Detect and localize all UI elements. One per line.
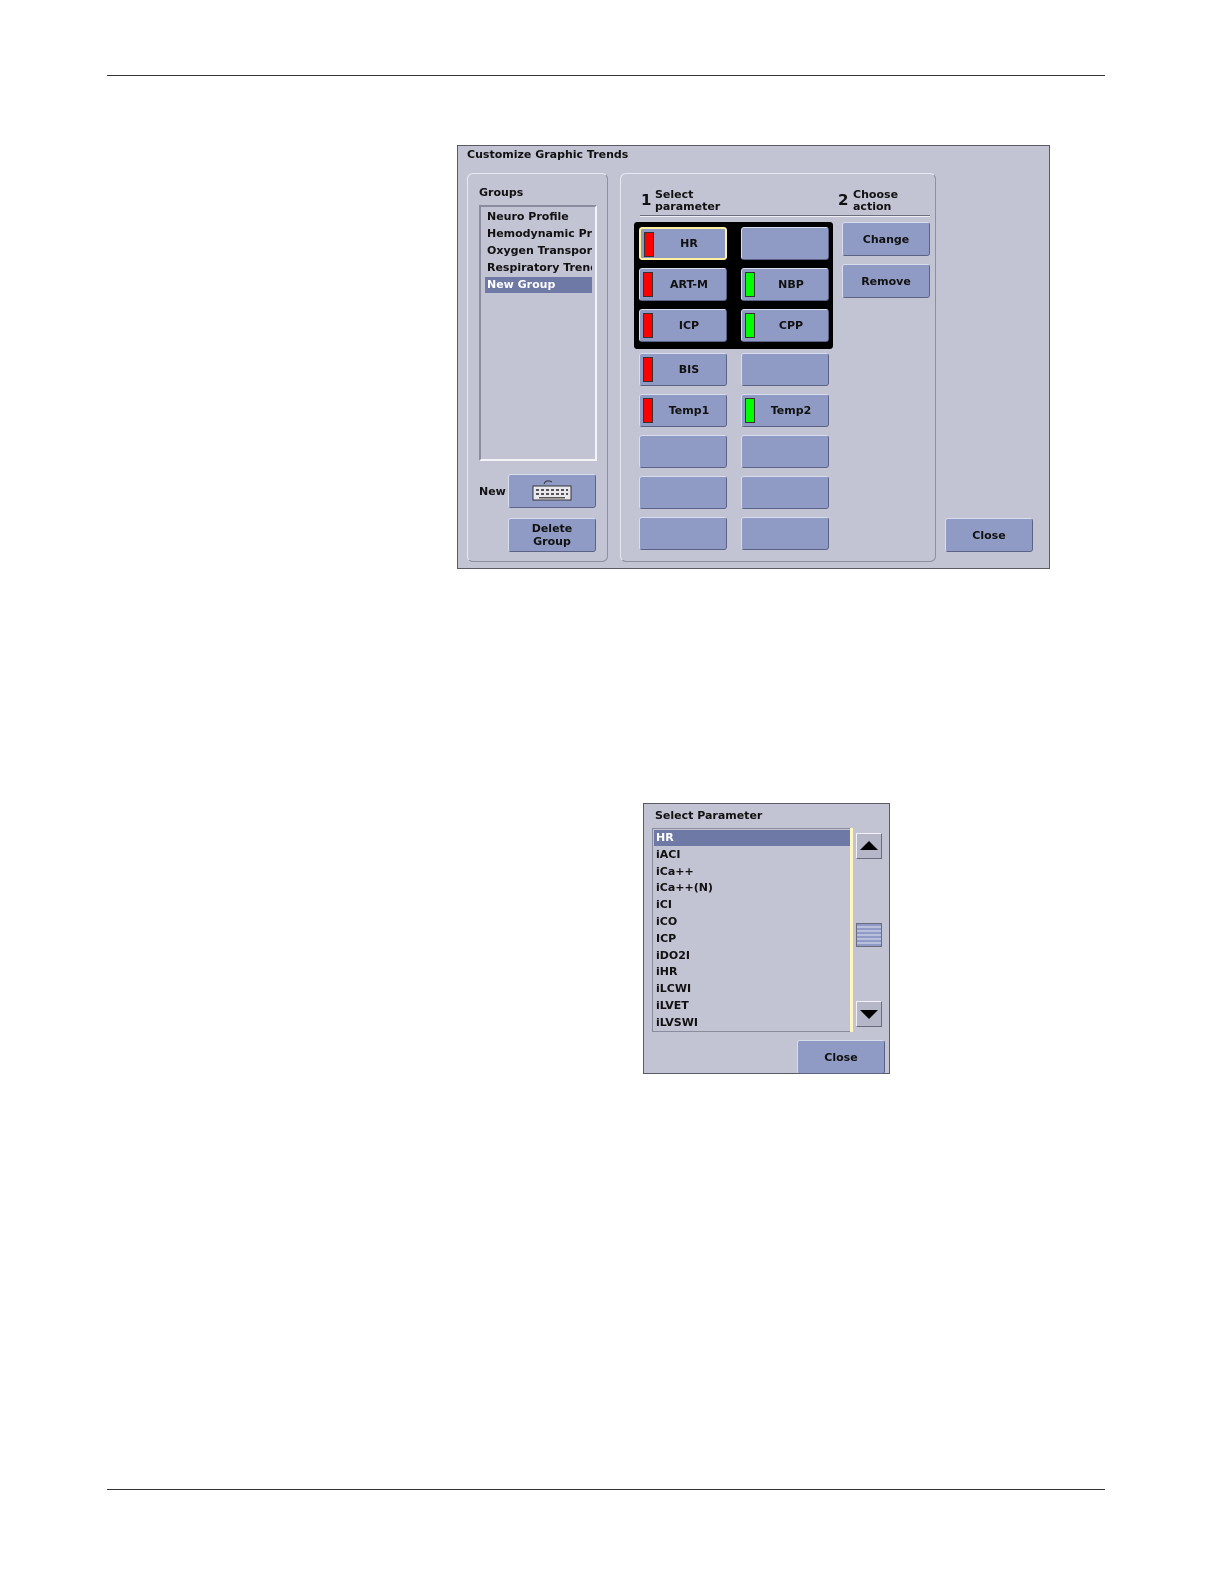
param-color-swatch: [745, 272, 755, 297]
parameter-panel: 1 Select parameter 2 Choose action HR ART…: [620, 173, 936, 562]
param-label: ICP: [678, 319, 700, 332]
parameter-list-item[interactable]: iACI: [654, 847, 850, 863]
footer-rule: [107, 1489, 1105, 1490]
parameter-list[interactable]: HR iACI iCa++ iCa++(N) iCI iCO ICP iDO2I iHR iLCW…: [652, 828, 852, 1032]
param-button-temp1[interactable]: Temp1: [639, 394, 727, 427]
parameter-list-item[interactable]: iCI: [654, 897, 850, 913]
parameter-list-item[interactable]: iHR: [654, 964, 850, 980]
param-button-empty[interactable]: [741, 476, 829, 509]
groups-title: Groups: [479, 186, 524, 199]
groups-list[interactable]: Neuro Profile Hemodynamic Prof Oxygen Tr…: [479, 205, 597, 461]
new-group-label: New: [479, 485, 506, 498]
close-label: Close: [972, 528, 1006, 542]
keyboard-icon: [532, 480, 572, 501]
param-color-swatch: [643, 357, 653, 382]
parameter-list-item[interactable]: iLVET: [654, 998, 850, 1014]
group-item-hemodynamic-profile[interactable]: Hemodynamic Prof: [485, 226, 592, 242]
param-color-swatch: [643, 313, 653, 338]
step1-label: Select parameter: [655, 189, 720, 213]
remove-button[interactable]: Remove: [842, 264, 930, 298]
param-button-icp[interactable]: ICP: [639, 309, 727, 342]
scrollbar[interactable]: [850, 828, 885, 1032]
select-close-label: Close: [824, 1050, 858, 1064]
group-item-neuro-profile[interactable]: Neuro Profile: [485, 209, 592, 225]
param-color-swatch: [643, 272, 653, 297]
customize-graphic-trends-dialog: Customize Graphic Trends Groups Neuro Pr…: [457, 145, 1050, 569]
param-button-empty[interactable]: [741, 353, 829, 386]
parameter-list-item[interactable]: iCa++: [654, 864, 850, 880]
group-item-oxygen-transport[interactable]: Oxygen Transport: [485, 243, 592, 259]
param-label: NBP: [778, 278, 804, 291]
group-item-new-group[interactable]: New Group: [485, 277, 592, 293]
param-button-empty[interactable]: [639, 435, 727, 468]
param-color-swatch: [745, 313, 755, 338]
change-button[interactable]: Change: [842, 222, 930, 256]
scroll-thumb[interactable]: [856, 923, 882, 947]
scroll-up-button[interactable]: [856, 833, 882, 859]
group-item-respiratory-trends[interactable]: Respiratory Trends: [485, 260, 592, 276]
param-label: Temp2: [770, 404, 812, 417]
param-color-swatch: [644, 232, 654, 257]
param-button-temp2[interactable]: Temp2: [741, 394, 829, 427]
param-button-hr[interactable]: HR: [639, 227, 727, 260]
param-button-cpp[interactable]: CPP: [741, 309, 829, 342]
change-label: Change: [862, 232, 910, 246]
parameter-list-item[interactable]: iCa++(N): [654, 880, 850, 896]
param-button-empty[interactable]: [639, 517, 727, 550]
arrow-up-icon: [860, 841, 878, 850]
select-parameter-dialog: Select Parameter HR iACI iCa++ iCa++(N) iCI i…: [643, 803, 890, 1074]
param-label: CPP: [778, 319, 804, 332]
param-label: Temp1: [668, 404, 710, 417]
param-button-bis[interactable]: BIS: [639, 353, 727, 386]
dialog-title: Customize Graphic Trends: [467, 148, 629, 161]
parameter-list-item[interactable]: HR: [654, 830, 850, 846]
delete-group-label: Delete Group: [531, 522, 573, 548]
param-label: HR: [680, 237, 698, 250]
delete-group-button[interactable]: Delete Group: [508, 518, 596, 552]
param-label: ART-M: [670, 278, 708, 291]
select-parameter-title: Select Parameter: [655, 809, 763, 822]
step2-label-line2: action: [853, 200, 892, 213]
parameter-list-item[interactable]: iLVSWI: [654, 1015, 850, 1031]
parameter-list-item[interactable]: iDO2I: [654, 948, 850, 964]
select-close-button[interactable]: Close: [797, 1040, 885, 1074]
scroll-down-button[interactable]: [856, 1001, 882, 1027]
step2-label: Choose action: [853, 189, 898, 213]
remove-label: Remove: [861, 274, 911, 288]
param-button-art-m[interactable]: ART-M: [639, 268, 727, 301]
param-button-empty[interactable]: [741, 227, 829, 260]
parameter-list-item[interactable]: iLCWI: [654, 981, 850, 997]
param-color-swatch: [745, 398, 755, 423]
step1-label-line2: parameter: [655, 200, 721, 213]
param-button-empty[interactable]: [639, 476, 727, 509]
param-label: BIS: [678, 363, 700, 376]
param-button-nbp[interactable]: NBP: [741, 268, 829, 301]
parameter-list-item[interactable]: iCO: [654, 914, 850, 930]
close-button[interactable]: Close: [945, 518, 1033, 552]
parameter-list-item[interactable]: ICP: [654, 931, 850, 947]
param-button-empty[interactable]: [741, 517, 829, 550]
header-rule: [107, 75, 1105, 76]
step2-number: 2: [838, 191, 849, 209]
new-group-keyboard-button[interactable]: [508, 474, 596, 508]
step1-number: 1: [641, 191, 652, 209]
step-divider: [640, 215, 930, 217]
groups-panel: Groups Neuro Profile Hemodynamic Prof Ox…: [467, 173, 608, 562]
param-button-empty[interactable]: [741, 435, 829, 468]
param-color-swatch: [643, 398, 653, 423]
arrow-down-icon: [860, 1010, 878, 1019]
